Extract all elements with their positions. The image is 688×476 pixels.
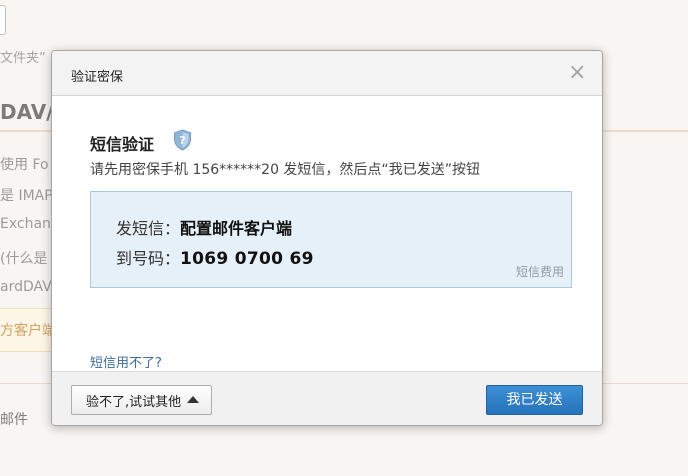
background-line: 是 IMAP [0,188,53,204]
shield-help-icon[interactable]: ? [173,129,192,151]
sms-number-row: 到号码：1069 0700 69 [116,245,314,269]
sms-content-value: 配置邮件客户端 [180,219,293,238]
sms-info-box: 发短信：配置邮件客户端 到号码：1069 0700 69 短信费用 [90,191,572,288]
dialog-title: 验证密保 [71,70,124,85]
background-line: ardDAV [0,279,52,295]
try-other-button[interactable]: 验不了,试试其他 [71,385,213,415]
background-notice-text: 方客户端 [0,323,56,339]
sms-number-label: 到号码： [116,249,181,268]
sms-help-link[interactable]: 短信用不了? [90,352,162,371]
background-line: 使用 Fo [0,157,49,173]
sent-button[interactable]: 我已发送 [486,385,583,415]
sms-fee-link[interactable]: 短信费用 [516,263,564,280]
background-folder-text: 文件夹” [0,51,46,66]
verify-dialog: 验证密保 × 短信验证 ? 请先用密保手机 156******20 发短信，然后… [51,50,603,426]
sms-content-label: 发短信： [116,219,181,238]
sms-number-value: 1069 0700 69 [180,249,314,269]
instruction-text: 请先用密保手机 156******20 发短信，然后点“我已发送”按钮 [90,162,480,178]
background-checkbox [0,5,6,35]
background-line: (什么是 [0,251,48,267]
background-heading: DAV/ [0,100,54,124]
section-title: 短信验证 [90,135,155,154]
sms-content-row: 发短信：配置邮件客户端 [116,215,292,239]
background-line: Exchan [0,216,51,232]
caret-up-icon [187,396,200,403]
close-icon[interactable]: × [568,62,586,84]
background-mail-text: 邮件 [0,412,28,428]
dialog-header: 验证密保 × [52,51,602,96]
dialog-footer: 验不了,试试其他 我已发送 [52,371,602,425]
svg-text:?: ? [179,134,185,147]
try-other-label: 验不了,试试其他 [86,394,182,410]
